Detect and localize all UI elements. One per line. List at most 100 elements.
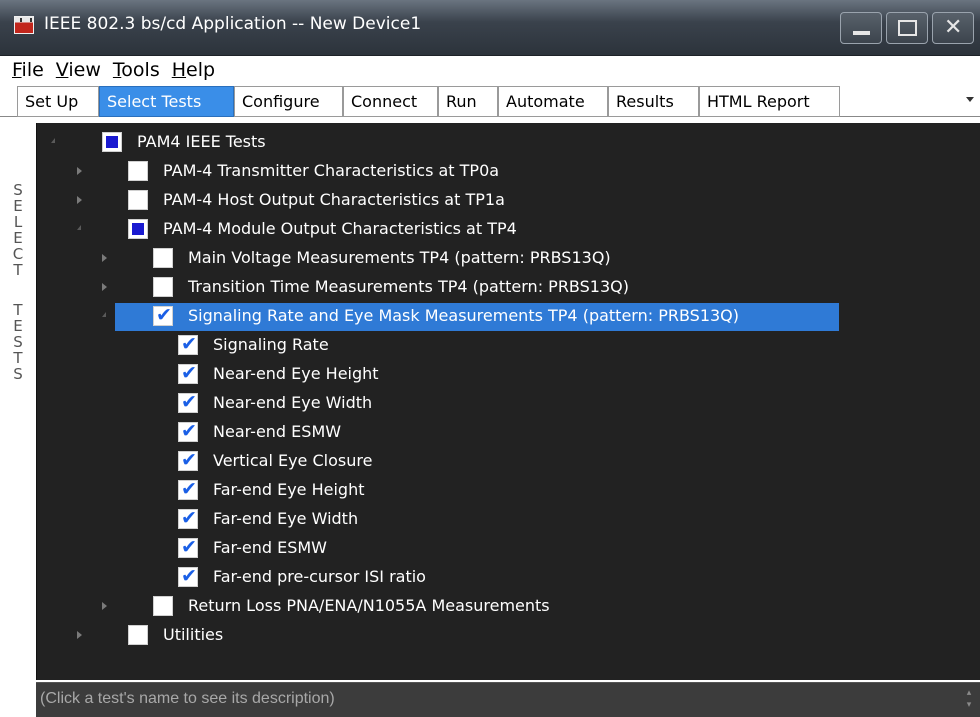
tree-row-leaf[interactable]: ✔ Far-end Eye Height xyxy=(37,477,980,505)
tree-row-leaf[interactable]: ✔ Near-end Eye Height xyxy=(37,361,980,389)
checkmark-icon: ✔ xyxy=(181,507,197,529)
tree-row-leaf[interactable]: ✔ Vertical Eye Closure xyxy=(37,448,980,476)
checkbox-checked[interactable]: ✔ xyxy=(178,420,198,442)
minimize-button[interactable] xyxy=(840,12,882,44)
tree-row-utilities[interactable]: Utilities xyxy=(37,622,980,650)
checkbox[interactable] xyxy=(153,277,173,297)
expand-arrow-icon[interactable] xyxy=(77,631,82,639)
checkbox[interactable] xyxy=(128,190,148,210)
tab-bar: Set Up Select Tests Configure Connect Ru… xyxy=(0,85,980,117)
menu-help-accel: H xyxy=(171,59,187,81)
tab-results[interactable]: Results xyxy=(608,86,699,117)
tree-label: PAM4 IEEE Tests xyxy=(137,132,266,151)
expand-arrow-icon[interactable] xyxy=(77,167,82,175)
expand-arrow-icon[interactable] xyxy=(102,602,107,610)
side-label-char: E xyxy=(13,317,23,335)
tree-row-signaling-rate-eye-mask[interactable]: ✔ Signaling Rate and Eye Mask Measuremen… xyxy=(37,303,980,331)
tree-row-module-output[interactable]: PAM-4 Module Output Characteristics at T… xyxy=(37,216,980,244)
tree-label: Utilities xyxy=(163,625,224,644)
tree-row-leaf[interactable]: ✔ Signaling Rate xyxy=(37,332,980,360)
tree-label: Transition Time Measurements TP4 (patter… xyxy=(188,277,629,296)
scroll-spinner-icon[interactable]: ▴ ▾ xyxy=(964,687,974,713)
collapse-arrow-icon[interactable] xyxy=(102,312,106,317)
menu-help[interactable]: Help xyxy=(172,59,215,81)
side-label-char: S xyxy=(13,333,23,351)
tab-run[interactable]: Run xyxy=(438,86,498,117)
side-label-char: T xyxy=(13,349,23,367)
checkbox-checked[interactable]: ✔ xyxy=(178,333,198,355)
checkbox-checked[interactable]: ✔ xyxy=(178,565,198,587)
tree-row-leaf[interactable]: ✔ Far-end ESMW xyxy=(37,535,980,563)
tab-automate[interactable]: Automate xyxy=(498,86,608,117)
tab-set-up[interactable]: Set Up xyxy=(17,86,99,117)
tree-label: PAM-4 Transmitter Characteristics at TP0… xyxy=(163,161,500,180)
tree-label: Return Loss PNA/ENA/N1055A Measurements xyxy=(188,596,550,615)
maximize-icon xyxy=(898,20,917,36)
checkbox-checked[interactable]: ✔ xyxy=(178,478,198,500)
side-label-char: T xyxy=(13,301,23,319)
side-label-char: L xyxy=(13,213,23,231)
tab-html-report[interactable]: HTML Report xyxy=(699,86,840,117)
collapse-arrow-icon[interactable] xyxy=(77,225,81,230)
expand-arrow-icon[interactable] xyxy=(102,254,107,262)
checkbox-checked[interactable]: ✔ xyxy=(178,536,198,558)
checkmark-icon: ✔ xyxy=(156,304,172,326)
expand-arrow-icon[interactable] xyxy=(77,196,82,204)
tab-overflow-icon[interactable] xyxy=(966,97,974,102)
checkmark-icon: ✔ xyxy=(181,565,197,587)
checkmark-icon: ✔ xyxy=(181,333,197,355)
menu-view-label: iew xyxy=(68,59,101,81)
tree-row-transition-time[interactable]: Transition Time Measurements TP4 (patter… xyxy=(37,274,980,302)
tab-connect[interactable]: Connect xyxy=(343,86,438,117)
checkmark-icon: ✔ xyxy=(181,449,197,471)
side-label-char xyxy=(10,278,26,302)
tree-row-main-voltage[interactable]: Main Voltage Measurements TP4 (pattern: … xyxy=(37,245,980,273)
tree-row-leaf[interactable]: ✔ Far-end Eye Width xyxy=(37,506,980,534)
tree-label: Near-end Eye Height xyxy=(213,364,379,383)
description-bar: (Click a test's name to see its descript… xyxy=(36,682,980,717)
window-controls: ✕ xyxy=(840,12,974,44)
checkbox-partial[interactable] xyxy=(102,132,122,152)
tree-row-return-loss[interactable]: Return Loss PNA/ENA/N1055A Measurements xyxy=(37,593,980,621)
close-button[interactable]: ✕ xyxy=(932,12,974,44)
collapse-arrow-icon[interactable] xyxy=(51,138,55,143)
checkmark-icon: ✔ xyxy=(181,362,197,384)
app-icon xyxy=(14,16,34,34)
menu-view[interactable]: View xyxy=(56,59,101,81)
tree-row-leaf[interactable]: ✔ Far-end pre-cursor ISI ratio xyxy=(37,564,980,592)
menu-file[interactable]: File xyxy=(12,59,44,81)
tree-label: Near-end Eye Width xyxy=(213,393,373,412)
checkbox-partial[interactable] xyxy=(128,219,148,239)
checkbox-checked[interactable]: ✔ xyxy=(178,362,198,384)
minimize-icon xyxy=(853,31,870,35)
tree-label: Far-end Eye Height xyxy=(213,480,365,499)
checkbox-checked[interactable]: ✔ xyxy=(178,391,198,413)
checkbox-checked[interactable]: ✔ xyxy=(178,449,198,471)
tree-row-root[interactable]: PAM4 IEEE Tests xyxy=(37,129,980,157)
side-label-char: E xyxy=(13,197,23,215)
checkmark-icon: ✔ xyxy=(181,391,197,413)
side-label-char: S xyxy=(13,365,23,383)
tab-select-tests[interactable]: Select Tests xyxy=(99,86,234,117)
checkbox[interactable] xyxy=(128,161,148,181)
checkbox-checked[interactable]: ✔ xyxy=(178,507,198,529)
tree-row-leaf[interactable]: ✔ Near-end Eye Width xyxy=(37,390,980,418)
menu-tools[interactable]: Tools xyxy=(113,59,160,81)
tree-label: Vertical Eye Closure xyxy=(213,451,373,470)
title-bar: IEEE 802.3 bs/cd Application -- New Devi… xyxy=(0,0,980,56)
tree-label: Signaling Rate and Eye Mask Measurements… xyxy=(188,306,740,325)
checkbox-checked[interactable]: ✔ xyxy=(153,304,173,326)
expand-arrow-icon[interactable] xyxy=(102,283,107,291)
checkbox[interactable] xyxy=(153,596,173,616)
checkbox[interactable] xyxy=(153,248,173,268)
tree-label: Near-end ESMW xyxy=(213,422,342,441)
tab-configure[interactable]: Configure xyxy=(234,86,343,117)
tree-row-transmitter[interactable]: PAM-4 Transmitter Characteristics at TP0… xyxy=(37,158,980,186)
checkbox[interactable] xyxy=(128,625,148,645)
checkmark-icon: ✔ xyxy=(181,536,197,558)
maximize-button[interactable] xyxy=(886,12,928,44)
tree-row-host-output[interactable]: PAM-4 Host Output Characteristics at TP1… xyxy=(37,187,980,215)
menu-view-accel: V xyxy=(55,59,69,81)
tree-row-leaf[interactable]: ✔ Near-end ESMW xyxy=(37,419,980,447)
menu-file-accel: F xyxy=(12,59,22,81)
